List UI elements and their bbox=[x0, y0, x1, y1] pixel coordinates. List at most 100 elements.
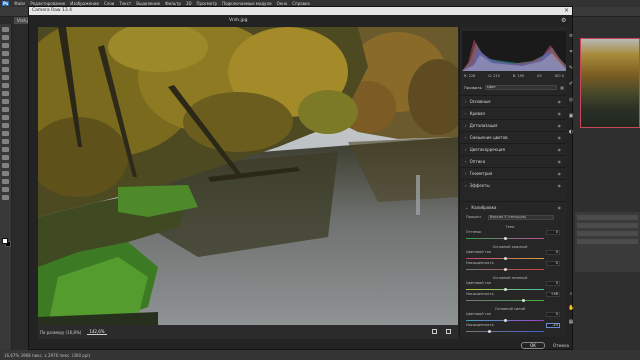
zoom-icon[interactable]: ⌕ bbox=[568, 291, 574, 297]
section-color-mixer[interactable]: › Смешение цветов ◉ bbox=[460, 131, 566, 143]
section-color-grading[interactable]: › Цветокоррекция ◉ bbox=[460, 143, 566, 155]
profile-dropdown[interactable]: Цвет bbox=[484, 85, 558, 90]
section-label: Эффекты bbox=[469, 183, 490, 188]
slider-thumb[interactable] bbox=[504, 268, 507, 271]
panel-row[interactable] bbox=[577, 231, 638, 236]
eye-icon[interactable]: ◉ bbox=[558, 205, 562, 210]
blue-sat-value[interactable]: -43 bbox=[546, 323, 560, 328]
eye-icon[interactable]: ◉ bbox=[558, 111, 562, 116]
red-hue-slider[interactable] bbox=[466, 257, 544, 260]
foreground-color-swatch[interactable] bbox=[2, 238, 8, 244]
image-preview[interactable] bbox=[38, 27, 458, 325]
blue-sat-slider[interactable] bbox=[466, 330, 544, 333]
tint-slider[interactable] bbox=[466, 237, 544, 240]
before-after-icon[interactable] bbox=[446, 329, 451, 334]
crop-icon[interactable]: ⌗ bbox=[568, 49, 574, 55]
navigator-thumbnail[interactable] bbox=[580, 38, 640, 128]
green-primary-heading: Основной зеленый bbox=[492, 276, 528, 280]
snapshots-icon[interactable]: ▣ bbox=[568, 113, 574, 119]
panel-row[interactable] bbox=[577, 223, 638, 228]
histogram-graph bbox=[462, 39, 566, 71]
eraser-tool-icon[interactable] bbox=[2, 115, 9, 120]
close-icon[interactable]: × bbox=[564, 7, 569, 14]
pen-tool-icon[interactable] bbox=[2, 147, 9, 152]
ok-button[interactable]: OK bbox=[520, 341, 545, 349]
eye-icon[interactable]: ◉ bbox=[558, 135, 562, 140]
eye-icon[interactable]: ◉ bbox=[558, 183, 562, 188]
eye-icon[interactable]: ◉ bbox=[558, 147, 562, 152]
green-hue-slider[interactable] bbox=[466, 288, 544, 291]
healing-tool-icon[interactable] bbox=[2, 83, 9, 88]
hand-tool-icon[interactable] bbox=[2, 179, 9, 184]
section-effects[interactable]: › Эффекты ◉ bbox=[460, 179, 566, 191]
path-select-icon[interactable] bbox=[2, 163, 9, 168]
blue-hue-slider[interactable] bbox=[466, 319, 544, 322]
red-hue-value[interactable]: 0 bbox=[546, 250, 560, 255]
eyedropper-tool-icon[interactable] bbox=[2, 75, 9, 80]
move-tool-icon[interactable] bbox=[2, 27, 9, 32]
type-tool-icon[interactable] bbox=[2, 155, 9, 160]
zoom-tool-icon[interactable] bbox=[2, 187, 9, 192]
eye-icon[interactable]: ◉ bbox=[558, 99, 562, 104]
grid-icon[interactable]: ▦ bbox=[568, 319, 574, 325]
section-basic[interactable]: › Основные ◉ bbox=[460, 95, 566, 107]
green-hue-value[interactable]: 0 bbox=[546, 281, 560, 286]
zoom-fit-dropdown[interactable]: По размеру (16,8%) bbox=[40, 330, 81, 335]
eye-icon[interactable]: ◉ bbox=[558, 171, 562, 176]
section-optics[interactable]: › Оптика ◉ bbox=[460, 155, 566, 167]
marquee-tool-icon[interactable] bbox=[2, 35, 9, 40]
lasso-tool-icon[interactable] bbox=[2, 43, 9, 48]
chevron-right-icon: › bbox=[465, 123, 467, 128]
presets-icon[interactable]: ◐ bbox=[568, 129, 574, 135]
slider-thumb[interactable] bbox=[504, 319, 507, 322]
blue-hue-value[interactable]: 0 bbox=[546, 312, 560, 317]
process-label: Процесс bbox=[466, 215, 482, 219]
section-calibration[interactable]: ⌄ Калибровка ◉ bbox=[460, 201, 566, 213]
mask-brush-icon[interactable]: ✐ bbox=[568, 81, 574, 87]
edit-sliders-icon[interactable]: ≡ bbox=[568, 33, 574, 39]
more-tools-icon[interactable] bbox=[2, 195, 9, 200]
red-sat-slider[interactable] bbox=[466, 268, 544, 271]
slider-thumb[interactable] bbox=[504, 237, 507, 240]
slider-thumb[interactable] bbox=[504, 257, 507, 260]
section-detail[interactable]: › Детализация ◉ bbox=[460, 119, 566, 131]
profile-browser-icon[interactable]: ▦ bbox=[560, 85, 564, 90]
red-eye-icon[interactable]: ◎ bbox=[568, 97, 574, 103]
panel-row[interactable] bbox=[577, 215, 638, 220]
shape-tool-icon[interactable] bbox=[2, 171, 9, 176]
green-sat-slider[interactable] bbox=[466, 299, 544, 302]
slider-thumb[interactable] bbox=[504, 288, 507, 291]
red-sat-value[interactable]: 0 bbox=[546, 261, 560, 266]
section-geometry[interactable]: › Геометрия ◉ bbox=[460, 167, 566, 179]
tint-value[interactable]: 0 bbox=[546, 230, 560, 235]
slider-thumb[interactable] bbox=[522, 299, 525, 302]
frame-tool-icon[interactable] bbox=[2, 67, 9, 72]
eye-icon[interactable]: ◉ bbox=[558, 123, 562, 128]
green-sat-value[interactable]: +46 bbox=[546, 292, 560, 297]
slider-thumb[interactable] bbox=[488, 330, 491, 333]
hand-icon[interactable]: ✋ bbox=[568, 305, 574, 311]
dodge-tool-icon[interactable] bbox=[2, 139, 9, 144]
eye-icon[interactable]: ◉ bbox=[558, 159, 562, 164]
process-dropdown[interactable]: Версия 5 (текущая) bbox=[488, 215, 554, 220]
brush-tool-icon[interactable] bbox=[2, 91, 9, 96]
panel-row[interactable] bbox=[577, 239, 638, 244]
section-curve[interactable]: › Кривая ◉ bbox=[460, 107, 566, 119]
zoom-level-field[interactable]: 142,6% bbox=[87, 329, 107, 335]
gear-icon[interactable]: ⚙ bbox=[561, 17, 566, 24]
healing-icon[interactable]: ✎ bbox=[568, 65, 574, 71]
crop-tool-icon[interactable] bbox=[2, 59, 9, 64]
section-label: Детализация bbox=[469, 123, 498, 128]
menu-file[interactable]: Файл bbox=[14, 1, 25, 6]
cancel-button[interactable]: Отмена bbox=[553, 343, 569, 348]
quick-select-tool-icon[interactable] bbox=[2, 51, 9, 56]
blur-tool-icon[interactable] bbox=[2, 131, 9, 136]
section-label: Калибровка bbox=[471, 205, 497, 210]
history-brush-icon[interactable] bbox=[2, 107, 9, 112]
section-label: Основные bbox=[469, 99, 491, 104]
stamp-tool-icon[interactable] bbox=[2, 99, 9, 104]
gradient-tool-icon[interactable] bbox=[2, 123, 9, 128]
toggle-view-icon[interactable] bbox=[432, 329, 437, 334]
file-name: Vrsh.jpg bbox=[229, 18, 248, 23]
chevron-right-icon: › bbox=[465, 147, 467, 152]
